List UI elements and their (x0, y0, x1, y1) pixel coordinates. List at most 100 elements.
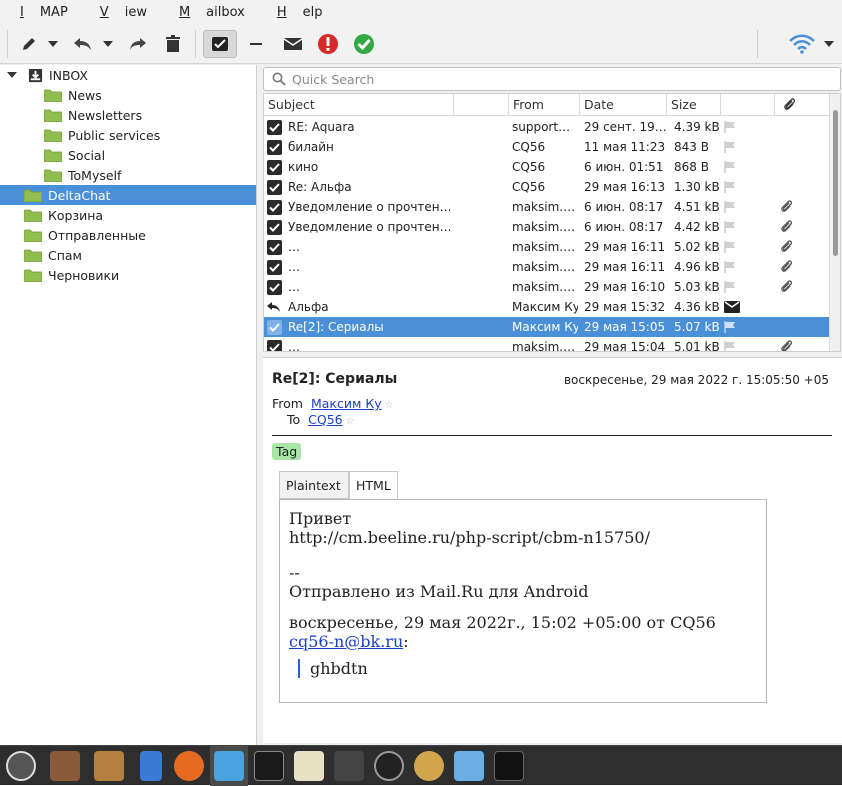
reply-dropdown[interactable] (101, 30, 115, 58)
printer-icon[interactable] (334, 751, 364, 781)
mark-unread-button[interactable] (280, 30, 306, 58)
row-subject: … (288, 240, 300, 254)
search-placeholder: Quick Search (292, 71, 375, 87)
folder-social[interactable]: Social (44, 145, 105, 165)
to-link[interactable]: CQ56 (308, 412, 342, 427)
table-row[interactable]: Альфа Максим Ку 29 мая 15:32 4.36 kB (264, 297, 830, 317)
attachment-icon (780, 197, 798, 217)
table-row[interactable]: … maksim.… 29 мая 16:10 5.03 kB (264, 277, 830, 297)
text-editor-icon[interactable] (294, 751, 324, 781)
table-row[interactable]: Уведомление о прочтен… maksim.… 6 июн. 08:… (264, 197, 830, 217)
system-monitor-icon[interactable] (494, 751, 524, 781)
flag-icon[interactable] (724, 177, 744, 197)
browser-icon[interactable] (454, 751, 484, 781)
table-row[interactable]: … maksim.… 29 мая 15:04 5.01 kB (264, 337, 830, 352)
column-thread[interactable] (454, 94, 509, 116)
check-icon (354, 34, 374, 54)
folder-icon (24, 249, 42, 262)
tag-badge[interactable]: Tag (272, 443, 302, 460)
folder-inbox[interactable]: INBOX (6, 65, 88, 85)
network-button[interactable] (788, 30, 816, 58)
menu-imap[interactable]: I MAP (4, 5, 84, 20)
terminal-icon[interactable] (254, 751, 284, 781)
menu-help[interactable]: Help (261, 5, 339, 20)
star-icon[interactable]: ☆ (385, 400, 394, 411)
document-icon[interactable] (140, 751, 162, 781)
folder-tomyself[interactable]: ToMyself (44, 165, 121, 185)
expand-arrow-icon[interactable] (6, 70, 18, 80)
folder-news[interactable]: News (44, 85, 102, 105)
search-input[interactable]: Quick Search (263, 67, 841, 91)
row-date: 29 мая 15:05 (584, 320, 666, 334)
column-from[interactable]: From (509, 94, 580, 116)
important-button[interactable] (315, 30, 341, 58)
table-row[interactable]: … maksim.… 29 мая 16:11 5.02 kB (264, 237, 830, 257)
table-row[interactable]: Уведомление о прочтен… maksim.… 6 июн. 08:… (264, 217, 830, 237)
flag-icon[interactable] (724, 257, 744, 277)
flag-icon[interactable] (724, 197, 744, 217)
folder-deltachat[interactable]: DeltaChat (0, 185, 256, 205)
flag-icon[interactable] (724, 317, 744, 337)
check-button[interactable] (351, 30, 377, 58)
column-flag[interactable] (721, 94, 775, 116)
email-link[interactable]: cq56-n@bk.ru (289, 632, 403, 651)
toolbar (0, 24, 842, 64)
table-row[interactable]: билайн CQ56 11 мая 11:23 843 B (264, 137, 830, 157)
table-row[interactable]: RE: Aquara support… 29 сент. 19… 4.39 kB (264, 117, 830, 137)
compose-button[interactable] (16, 30, 42, 58)
speaker-icon[interactable] (414, 751, 444, 781)
network-dropdown[interactable] (822, 30, 836, 58)
folder-sent[interactable]: Отправленные (24, 225, 146, 245)
menu-view[interactable]: View (84, 5, 163, 20)
row-subject: … (288, 260, 300, 274)
files-icon[interactable] (94, 751, 124, 781)
flag-icon[interactable] (724, 137, 744, 157)
folder-newsletters[interactable]: Newsletters (44, 105, 142, 125)
menu-mailbox[interactable]: Mailbox (163, 5, 261, 20)
forward-button[interactable] (125, 30, 151, 58)
desktop-icon[interactable] (50, 751, 80, 781)
table-row[interactable]: Re: Альфа CQ56 29 мая 16:13 1.30 kB (264, 177, 830, 197)
star-icon[interactable]: ☆ (346, 416, 355, 427)
folder-spam[interactable]: Спам (24, 245, 82, 265)
delete-button[interactable] (160, 30, 186, 58)
flag-icon[interactable] (724, 157, 744, 177)
table-row[interactable]: кино CQ56 6 июн. 01:51 868 B (264, 157, 830, 177)
row-from: CQ56 (512, 160, 546, 174)
flag-icon[interactable] (724, 277, 744, 297)
menu-icon[interactable] (6, 751, 36, 781)
tab-plaintext[interactable]: Plaintext (279, 471, 349, 499)
compose-dropdown[interactable] (46, 30, 60, 58)
mark-read-button[interactable] (203, 30, 237, 58)
mark-unread-icon (283, 38, 303, 50)
reply-button[interactable] (70, 30, 96, 58)
row-date: 6 июн. 08:17 (584, 200, 664, 214)
tab-html[interactable]: HTML (349, 471, 398, 500)
folder-public-services[interactable]: Public services (44, 125, 160, 145)
folder-trash[interactable]: Корзина (24, 205, 103, 225)
table-row[interactable]: … maksim.… 29 мая 16:11 4.96 kB (264, 257, 830, 277)
mail-app-icon[interactable] (214, 751, 244, 781)
table-row[interactable]: Re[2]: Сериалы Максим Ку 29 мая 15:05 5.07 … (264, 317, 830, 337)
firefox-icon[interactable] (174, 751, 204, 781)
flag-icon[interactable] (724, 117, 744, 137)
scrollbar-thumb[interactable] (833, 110, 838, 256)
column-attachment[interactable] (775, 94, 830, 116)
column-size[interactable]: Size (667, 94, 721, 116)
flag-icon[interactable] (724, 237, 744, 257)
column-subject[interactable]: Subject (264, 94, 454, 116)
row-date: 29 сент. 19… (584, 120, 666, 134)
column-date[interactable]: Date (580, 94, 667, 116)
folder-drafts[interactable]: Черновики (24, 265, 119, 285)
row-from: support… (512, 120, 571, 134)
flag-icon[interactable] (724, 217, 744, 237)
flag-icon[interactable] (724, 337, 744, 351)
envelope-icon[interactable] (724, 297, 744, 317)
collapse-button[interactable] (244, 30, 270, 58)
row-from: maksim.… (512, 340, 576, 352)
folder-label: Черновики (48, 267, 120, 283)
from-link[interactable]: Максим Ку (311, 396, 382, 411)
replied-icon (267, 297, 285, 317)
list-scrollbar[interactable] (829, 94, 840, 351)
camera-icon[interactable] (374, 751, 404, 781)
